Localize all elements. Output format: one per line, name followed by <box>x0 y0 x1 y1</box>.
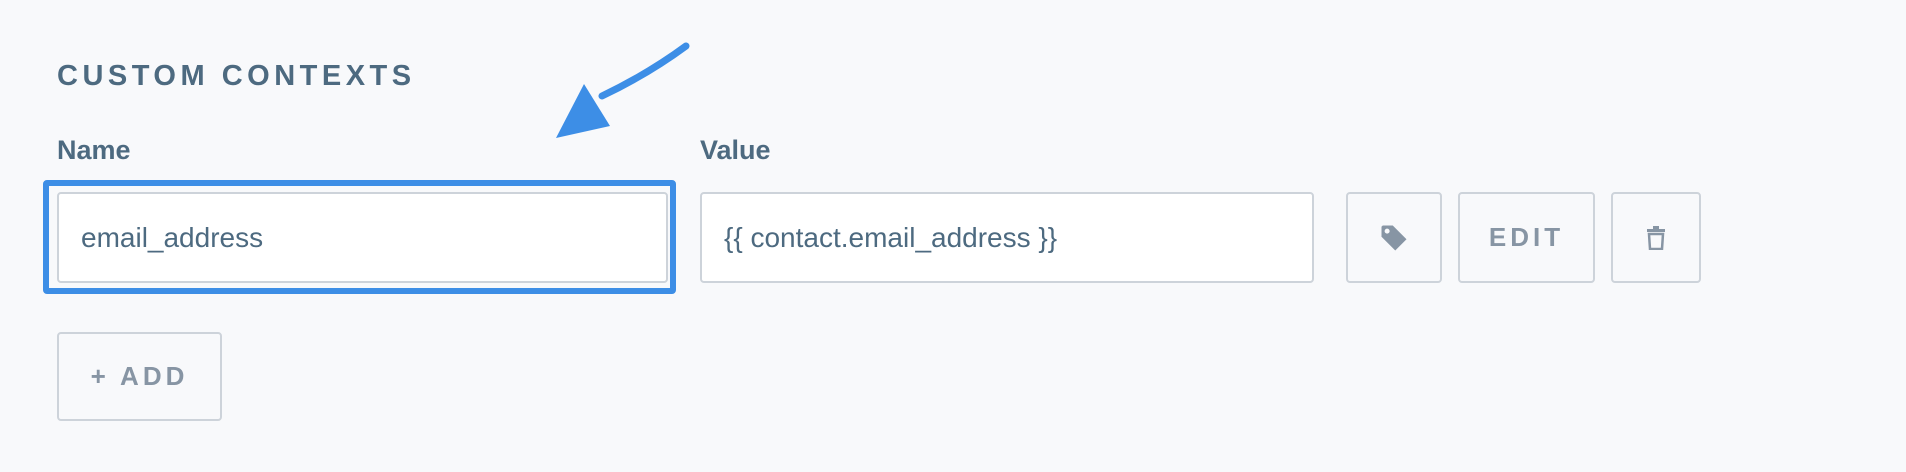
name-label: Name <box>57 135 131 165</box>
value-label: Value <box>700 135 771 165</box>
name-input[interactable] <box>57 192 668 283</box>
tag-icon <box>1381 225 1407 250</box>
section-title: CUSTOM CONTEXTS <box>57 60 416 92</box>
edit-button[interactable]: EDIT <box>1458 192 1595 283</box>
trash-icon <box>1647 225 1665 250</box>
arrow-annotation-icon <box>556 42 690 138</box>
delete-button[interactable] <box>1611 192 1701 283</box>
add-button[interactable]: + ADD <box>57 332 222 421</box>
tag-button[interactable] <box>1346 192 1442 283</box>
value-input[interactable] <box>700 192 1314 283</box>
